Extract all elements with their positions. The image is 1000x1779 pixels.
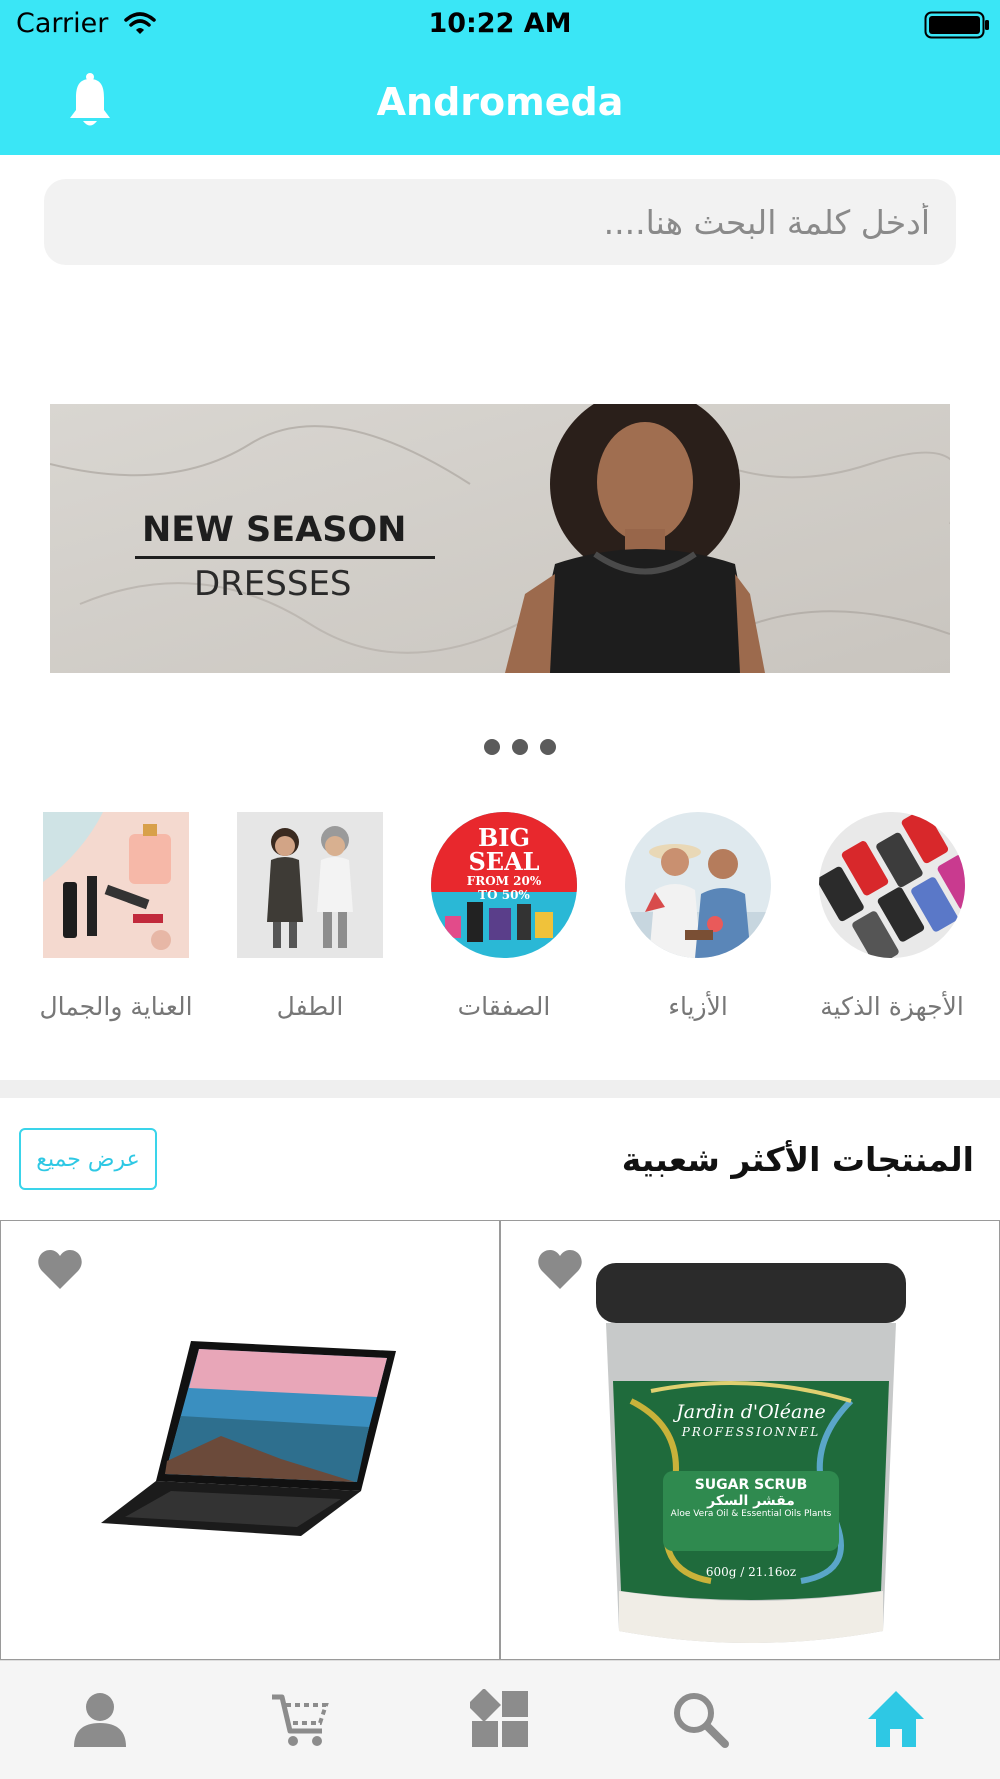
category-smart-devices[interactable]: الأجهزة الذكية (812, 812, 972, 1027)
scrub-line: PROFESSIONNEL (681, 1425, 821, 1439)
category-label: الصفقات (457, 992, 551, 1021)
category-image: BIG SEAL FROM 20% TO 50% (431, 812, 577, 958)
tab-categories[interactable] (467, 1688, 530, 1749)
app-title: Andromeda (376, 80, 624, 124)
status-bar: Carrier 10:22 AM (0, 0, 1000, 50)
clock: 10:22 AM (428, 8, 572, 39)
tab-search[interactable] (670, 1689, 730, 1749)
laptop-image (101, 1341, 396, 1536)
scrub-label-en: SUGAR SCRUB (694, 1477, 808, 1493)
view-all-button[interactable]: عرض جميع (19, 1128, 157, 1190)
product-image-scrub: Jardin d'Oléane PROFESSIONNEL SUGAR SCRU… (591, 1251, 911, 1651)
search-bar[interactable] (44, 179, 956, 265)
tab-profile[interactable] (70, 1689, 130, 1749)
grid-icon (467, 1688, 528, 1747)
category-image (625, 812, 771, 958)
scrub-weight: 600g / 21.16oz (705, 1565, 797, 1579)
app-header: Andromeda (0, 50, 1000, 155)
category-label: الطفل (276, 992, 344, 1021)
category-label: الأزياء (668, 992, 728, 1021)
scrub-brand: Jardin d'Oléane (676, 1401, 826, 1423)
scrub-desc: Aloe Vera Oil & Essential Oils Plants (670, 1509, 832, 1519)
banner-headline: NEW SEASON (142, 510, 407, 550)
cart-icon (272, 1694, 329, 1746)
banner-pager[interactable] (484, 739, 568, 759)
tab-home[interactable] (866, 1689, 926, 1749)
search-icon (674, 1693, 729, 1748)
category-image (819, 812, 965, 958)
category-label: العناية والجمال (39, 992, 193, 1021)
promo-banner[interactable]: NEW SEASON DRESSES (50, 404, 950, 673)
favorite-heart-icon[interactable] (537, 1249, 583, 1295)
category-image (43, 812, 189, 958)
deal-text-seal: SEAL (468, 847, 540, 876)
category-fashion[interactable]: الأزياء (618, 812, 778, 1027)
deal-text-to: TO 50% (478, 888, 530, 902)
favorite-heart-icon[interactable] (37, 1249, 83, 1295)
user-icon (74, 1693, 126, 1747)
section-divider (0, 1080, 1000, 1098)
tab-cart[interactable] (270, 1689, 330, 1749)
category-image (237, 812, 383, 958)
search-input[interactable] (44, 179, 956, 265)
scrub-label-ar: مقشر السكر (707, 1493, 795, 1509)
product-card-sugar-scrub[interactable]: Jardin d'Oléane PROFESSIONNEL SUGAR SCRU… (500, 1220, 1000, 1660)
banner-underline (135, 556, 435, 559)
pager-dot[interactable] (484, 739, 500, 755)
category-beauty-care[interactable]: العناية والجمال (36, 812, 196, 1027)
category-deals[interactable]: BIG SEAL FROM 20% TO 50% الصفقات (424, 812, 584, 1027)
pager-dot[interactable] (540, 739, 556, 755)
battery-icon (924, 10, 990, 44)
banner-subline: DRESSES (194, 564, 352, 604)
product-card-laptop[interactable] (0, 1220, 500, 1660)
tab-bar (0, 1660, 1000, 1779)
popular-products-title: المنتجات الأكثر شعبية (621, 1140, 974, 1179)
pager-dot[interactable] (512, 739, 528, 755)
home-icon (868, 1691, 924, 1747)
category-child[interactable]: الطفل (230, 812, 390, 1027)
deal-text-from: FROM 20% (466, 874, 542, 888)
category-label: الأجهزة الذكية (820, 992, 964, 1021)
